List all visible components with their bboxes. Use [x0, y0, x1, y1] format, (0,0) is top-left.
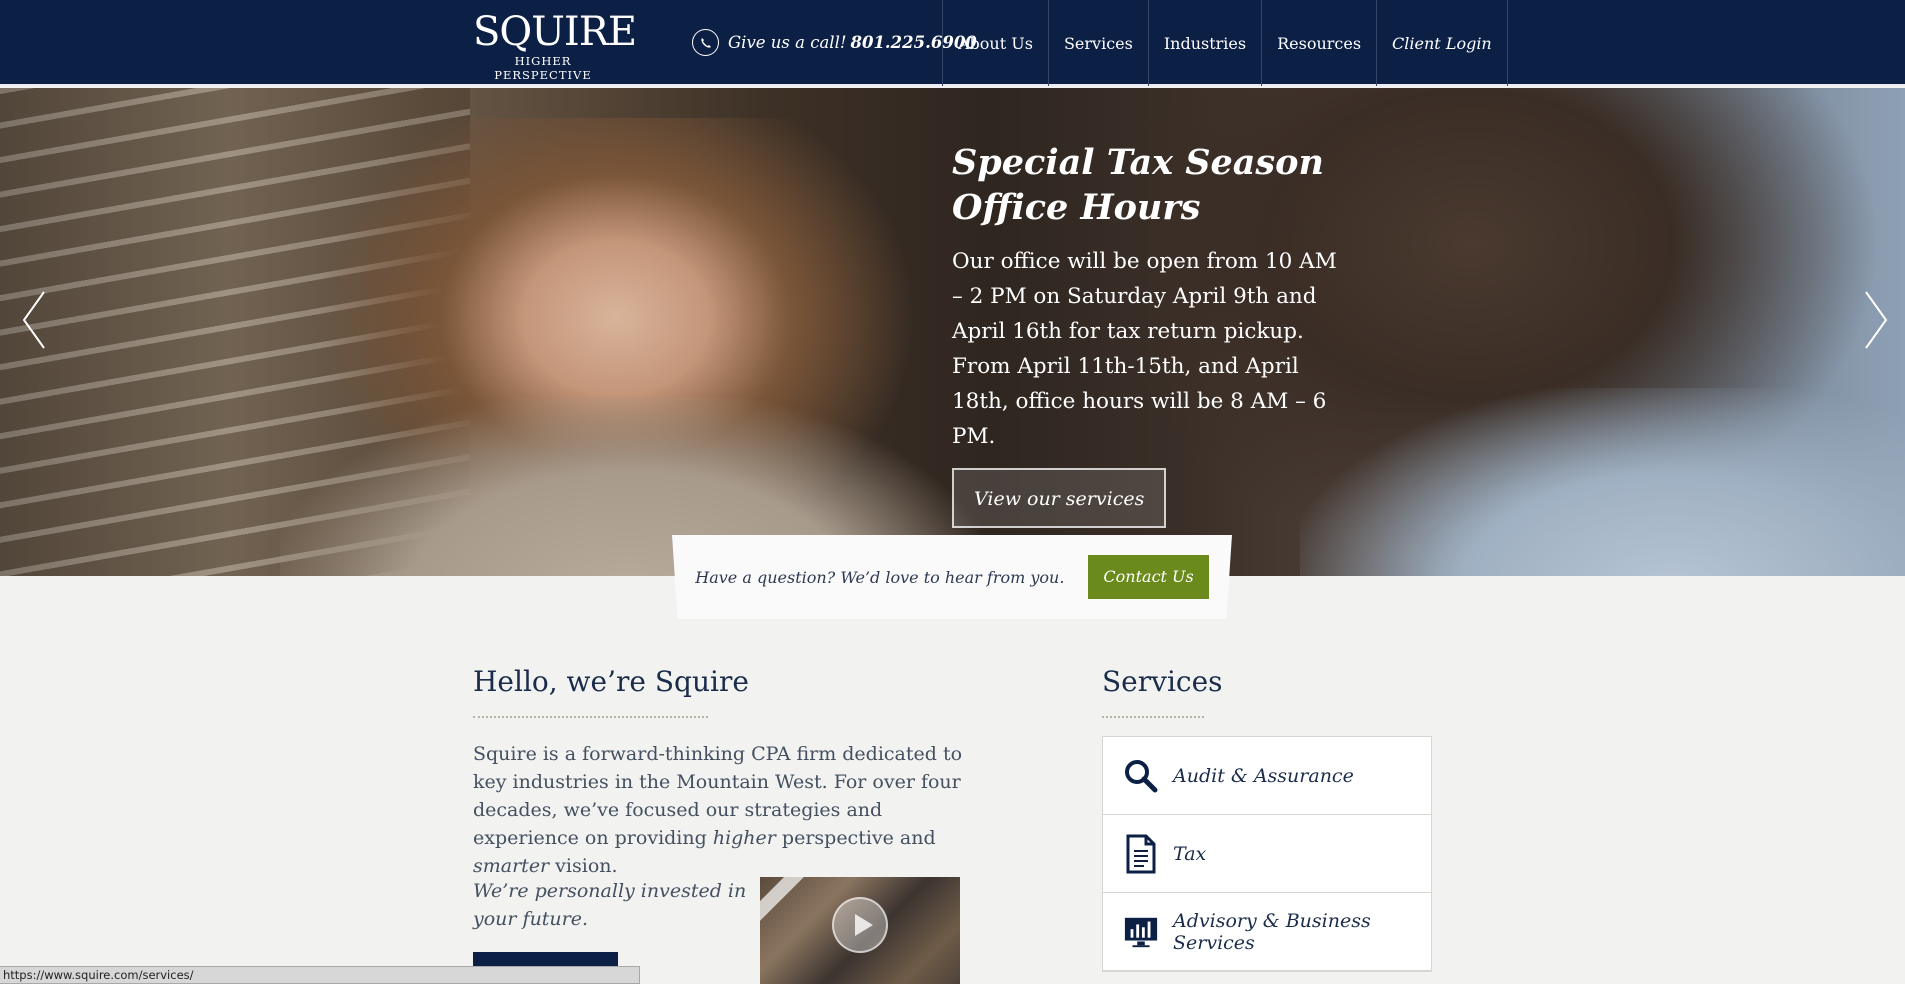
- video-ribbon: [760, 877, 807, 924]
- logo-wordmark: SQUIRE: [473, 9, 637, 55]
- hero-title: Special Tax Season Office Hours: [952, 140, 1352, 230]
- nav-client-login[interactable]: Client Login: [1376, 0, 1507, 86]
- video-thumbnail[interactable]: [760, 877, 960, 984]
- play-icon: [832, 897, 888, 953]
- document-icon: [1123, 834, 1159, 874]
- service-label: Tax: [1173, 842, 1207, 865]
- services-list: Audit & Assurance Tax Advisory & Busines…: [1102, 736, 1432, 972]
- logo[interactable]: SQUIRE HIGHER PERSPECTIVE: [473, 9, 637, 82]
- hero-title-line1: Special Tax Season: [952, 142, 1324, 183]
- chevron-left-icon: [22, 291, 45, 349]
- services-title: Services: [1102, 665, 1223, 698]
- about-paragraph: Squire is a forward-thinking CPA firm de…: [473, 740, 963, 880]
- nav-services[interactable]: Services: [1047, 0, 1148, 86]
- service-advisory[interactable]: Advisory & Business Services: [1103, 893, 1431, 971]
- services-section: Services Audit & Assurance Tax Advisory …: [1102, 665, 1432, 972]
- about-title: Hello, we’re Squire: [473, 665, 749, 698]
- about-text-mid: perspective and: [775, 827, 936, 849]
- nav-resources[interactable]: Resources: [1261, 0, 1376, 86]
- hero-body: Our office will be open from 10 AM – 2 P…: [952, 249, 1337, 449]
- call-link[interactable]: Give us a call! 801.225.6900: [692, 29, 977, 56]
- about-em-higher: higher: [712, 827, 776, 849]
- view-services-button[interactable]: View our services: [952, 468, 1167, 528]
- service-label: Audit & Assurance: [1173, 764, 1354, 787]
- about-em-smarter: smarter: [473, 855, 550, 877]
- chart-monitor-icon: [1123, 912, 1159, 952]
- service-audit-assurance[interactable]: Audit & Assurance: [1103, 737, 1431, 815]
- nav-industries[interactable]: Industries: [1147, 0, 1261, 86]
- contact-us-button[interactable]: Contact Us: [1088, 555, 1209, 599]
- dotted-divider: [1102, 716, 1204, 718]
- top-navbar: SQUIRE HIGHER PERSPECTIVE Give us a call…: [0, 0, 1905, 86]
- slider-next-arrow[interactable]: [1860, 290, 1890, 350]
- main-nav: About Us Services Industries Resources C…: [942, 0, 1508, 86]
- slider-prev-arrow[interactable]: [20, 290, 50, 350]
- contact-strip: Have a question? We’d love to hear from …: [672, 535, 1232, 619]
- service-label: Advisory & Business Services: [1173, 909, 1371, 954]
- dotted-divider: [473, 716, 708, 718]
- magnifier-icon: [1123, 756, 1159, 796]
- contact-question: Have a question? We’d love to hear from …: [695, 567, 1065, 587]
- hero-title-line2: Office Hours: [952, 187, 1201, 228]
- hero-slider: Special Tax Season Office Hours Our offi…: [0, 88, 1905, 576]
- phone-icon: [692, 29, 719, 56]
- invested-tagline: We’re personally invested in your future…: [473, 880, 747, 930]
- nav-about-us[interactable]: About Us: [942, 0, 1048, 86]
- call-label: Give us a call!: [728, 33, 847, 52]
- about-text-end: vision.: [549, 855, 618, 877]
- service-tax[interactable]: Tax: [1103, 815, 1431, 893]
- logo-tagline: HIGHER PERSPECTIVE: [494, 54, 592, 82]
- hero-photo-shirt: [1300, 388, 1905, 576]
- about-section: Hello, we’re Squire Squire is a forward-…: [473, 665, 963, 984]
- hero-caption: Special Tax Season Office Hours Our offi…: [952, 140, 1352, 528]
- chevron-right-icon: [1865, 291, 1888, 349]
- browser-status-bar: https://www.squire.com/services/: [0, 966, 640, 984]
